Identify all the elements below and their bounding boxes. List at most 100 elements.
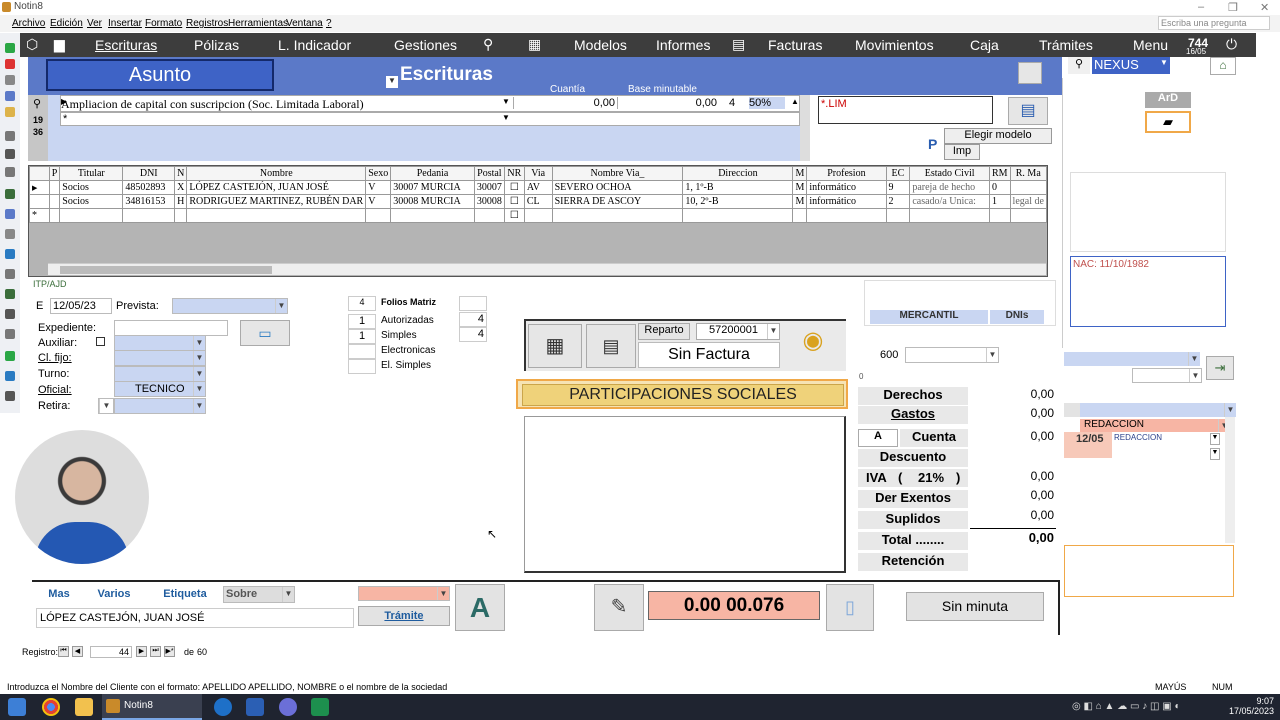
nav-modelos[interactable]: Modelos <box>574 37 627 53</box>
menu-ver[interactable]: Ver <box>87 18 102 29</box>
table-cell[interactable] <box>48 180 61 195</box>
folios-matriz-extra[interactable] <box>459 296 487 311</box>
code-select[interactable]: ▼ <box>905 347 999 363</box>
nav-menu[interactable]: Menu <box>1133 37 1168 53</box>
exit-door-icon[interactable] <box>1018 62 1042 84</box>
mercantil-button[interactable]: MERCANTIL <box>870 310 988 324</box>
table-cell[interactable]: 2 <box>885 194 911 209</box>
column-header[interactable]: Via <box>523 166 553 181</box>
table-cell[interactable]: 30007 <box>473 180 505 195</box>
auxiliar-select[interactable]: ▼ <box>114 335 206 351</box>
taskbar-notin8[interactable]: Notin8 <box>102 694 202 720</box>
tray-icons[interactable]: ◎ ◧ ⌂ ▲ ☁ ▭ ♪ ◫ ▣ ◐ <box>1072 701 1181 712</box>
table-cell[interactable]: informático <box>806 180 887 195</box>
tool-icon[interactable] <box>5 289 15 299</box>
search-icon[interactable]: ⚲ <box>1068 57 1090 74</box>
column-header[interactable]: Nombre Via_ <box>551 166 684 181</box>
taskbar-app-icon[interactable] <box>214 698 232 716</box>
nav-tramites[interactable]: Trámites <box>1039 37 1093 53</box>
table-cell[interactable]: 48502893 <box>122 180 176 195</box>
word-document-icon[interactable]: ▤ <box>1008 97 1048 125</box>
tool-icon[interactable] <box>5 371 15 381</box>
table-cell[interactable]: SIERRA DE ASCOY <box>551 194 684 209</box>
tool-icon[interactable] <box>5 209 15 219</box>
last-record-icon[interactable]: ⏭ <box>150 646 161 657</box>
calculator-icon[interactable]: ▦ <box>528 324 582 368</box>
menu-ventana[interactable]: Ventana <box>286 18 323 29</box>
folder-open-icon[interactable]: ▰ <box>1145 111 1191 133</box>
folios-matriz-count[interactable]: 4 <box>348 296 376 311</box>
retira-mini-select[interactable]: ▼ <box>98 398 114 414</box>
elegir-modelo-button[interactable]: Elegir modelo <box>944 128 1052 144</box>
table-cell[interactable]: 30007 MURCIA <box>390 180 475 195</box>
taskbar-clock[interactable]: 9:07 17/05/2023 <box>1229 696 1274 716</box>
table-row[interactable]: ▶ Socios 48502893 X LÓPEZ CASTEJÓN, JUAN… <box>29 180 1048 195</box>
printer-icon[interactable]: ▤ <box>732 36 745 53</box>
new-record-icon[interactable]: ▶* <box>164 646 175 657</box>
column-header[interactable]: NR <box>503 166 525 181</box>
table-cell[interactable]: 10, 2º-B <box>682 194 794 209</box>
nav-gestiones[interactable]: Gestiones <box>394 37 457 53</box>
sobre-select[interactable]: Sobre ▼ <box>223 586 295 603</box>
column-header[interactable]: EC <box>885 166 911 181</box>
column-header[interactable]: DNI <box>122 166 176 181</box>
nav-caja[interactable]: Caja <box>970 37 999 53</box>
nav-polizas[interactable]: Pólizas <box>194 37 239 53</box>
elsimples-box[interactable] <box>348 359 376 374</box>
table-cell[interactable]: AV <box>523 180 553 195</box>
home-icon[interactable]: ⌂ <box>1210 57 1236 75</box>
font-a-button[interactable]: A <box>455 584 505 631</box>
table-cell[interactable]: 0 <box>988 180 1011 195</box>
coins-icon[interactable]: ◉ <box>788 326 838 366</box>
a-toggle[interactable]: A <box>858 429 898 447</box>
iva-percent[interactable]: 21% <box>918 470 944 485</box>
tool-icon[interactable] <box>5 149 15 159</box>
table-cell[interactable]: informático <box>806 194 887 209</box>
word-icon[interactable] <box>246 698 264 716</box>
table-cell[interactable]: M <box>792 180 808 195</box>
tab-varios[interactable]: Varios <box>84 585 144 603</box>
minimize-button[interactable]: – <box>1198 1 1204 13</box>
tool-icon[interactable] <box>5 329 15 339</box>
nav-movimientos[interactable]: Movimientos <box>855 37 934 53</box>
folder-icon[interactable]: ▭ <box>240 320 290 346</box>
first-record-icon[interactable]: ⏮ <box>58 646 69 657</box>
stamp-pen-icon[interactable]: ✎ <box>594 584 644 631</box>
base-value[interactable]: 0,00 <box>617 97 717 109</box>
column-header[interactable]: Titular <box>59 166 124 181</box>
stamp-icon[interactable]: ▆ <box>54 36 65 53</box>
column-header[interactable]: Estado Civil <box>909 166 990 181</box>
windows-start-icon[interactable] <box>8 698 26 716</box>
table-cell[interactable]: 30008 <box>473 194 505 209</box>
tab-mas[interactable]: Mas <box>36 585 82 603</box>
asunto-button[interactable]: Asunto <box>46 59 274 91</box>
record-current[interactable]: 44 <box>90 646 132 658</box>
menu-registros[interactable]: Registros <box>186 18 228 29</box>
tool-icon[interactable] <box>5 43 15 53</box>
fecha-field[interactable]: 12/05/23 <box>50 298 112 314</box>
table-cell[interactable]: 30008 MURCIA <box>390 194 475 209</box>
retira-select[interactable]: ▼ <box>114 398 206 414</box>
act-description[interactable]: Ampliacion de capital con suscripcion (S… <box>61 97 364 112</box>
tool-icon[interactable] <box>5 351 15 361</box>
column-header[interactable]: Nombre <box>186 166 367 181</box>
column-header[interactable]: M <box>792 166 808 181</box>
table-cell[interactable]: SEVERO OCHOA <box>551 180 684 195</box>
cuenta-value[interactable]: 0,00 <box>970 429 1056 447</box>
tool-icon[interactable] <box>5 59 15 69</box>
close-button[interactable]: ✕ <box>1260 1 1269 14</box>
chevron-down-icon[interactable]: ▼ <box>502 97 510 106</box>
simples-left[interactable]: 1 <box>348 329 376 344</box>
menu-help[interactable]: ? <box>326 18 332 29</box>
restore-button[interactable]: ❐ <box>1228 1 1238 14</box>
right-scrollbar[interactable] <box>1225 417 1235 543</box>
search-icon[interactable]: ⚲ <box>483 36 493 53</box>
nr-checkbox[interactable]: ☐ <box>503 208 525 223</box>
table-cell[interactable]: 9 <box>885 180 911 195</box>
autorizadas-right[interactable]: 4 <box>459 312 487 327</box>
grid-horizontal-scrollbar[interactable] <box>48 263 1046 275</box>
tool-icon[interactable] <box>5 107 15 117</box>
table-cell[interactable]: legal de <box>1009 194 1048 209</box>
table-cell[interactable]: LÓPEZ CASTEJÓN, JUAN JOSÉ <box>186 180 367 195</box>
table-cell[interactable]: 1 <box>988 194 1011 209</box>
